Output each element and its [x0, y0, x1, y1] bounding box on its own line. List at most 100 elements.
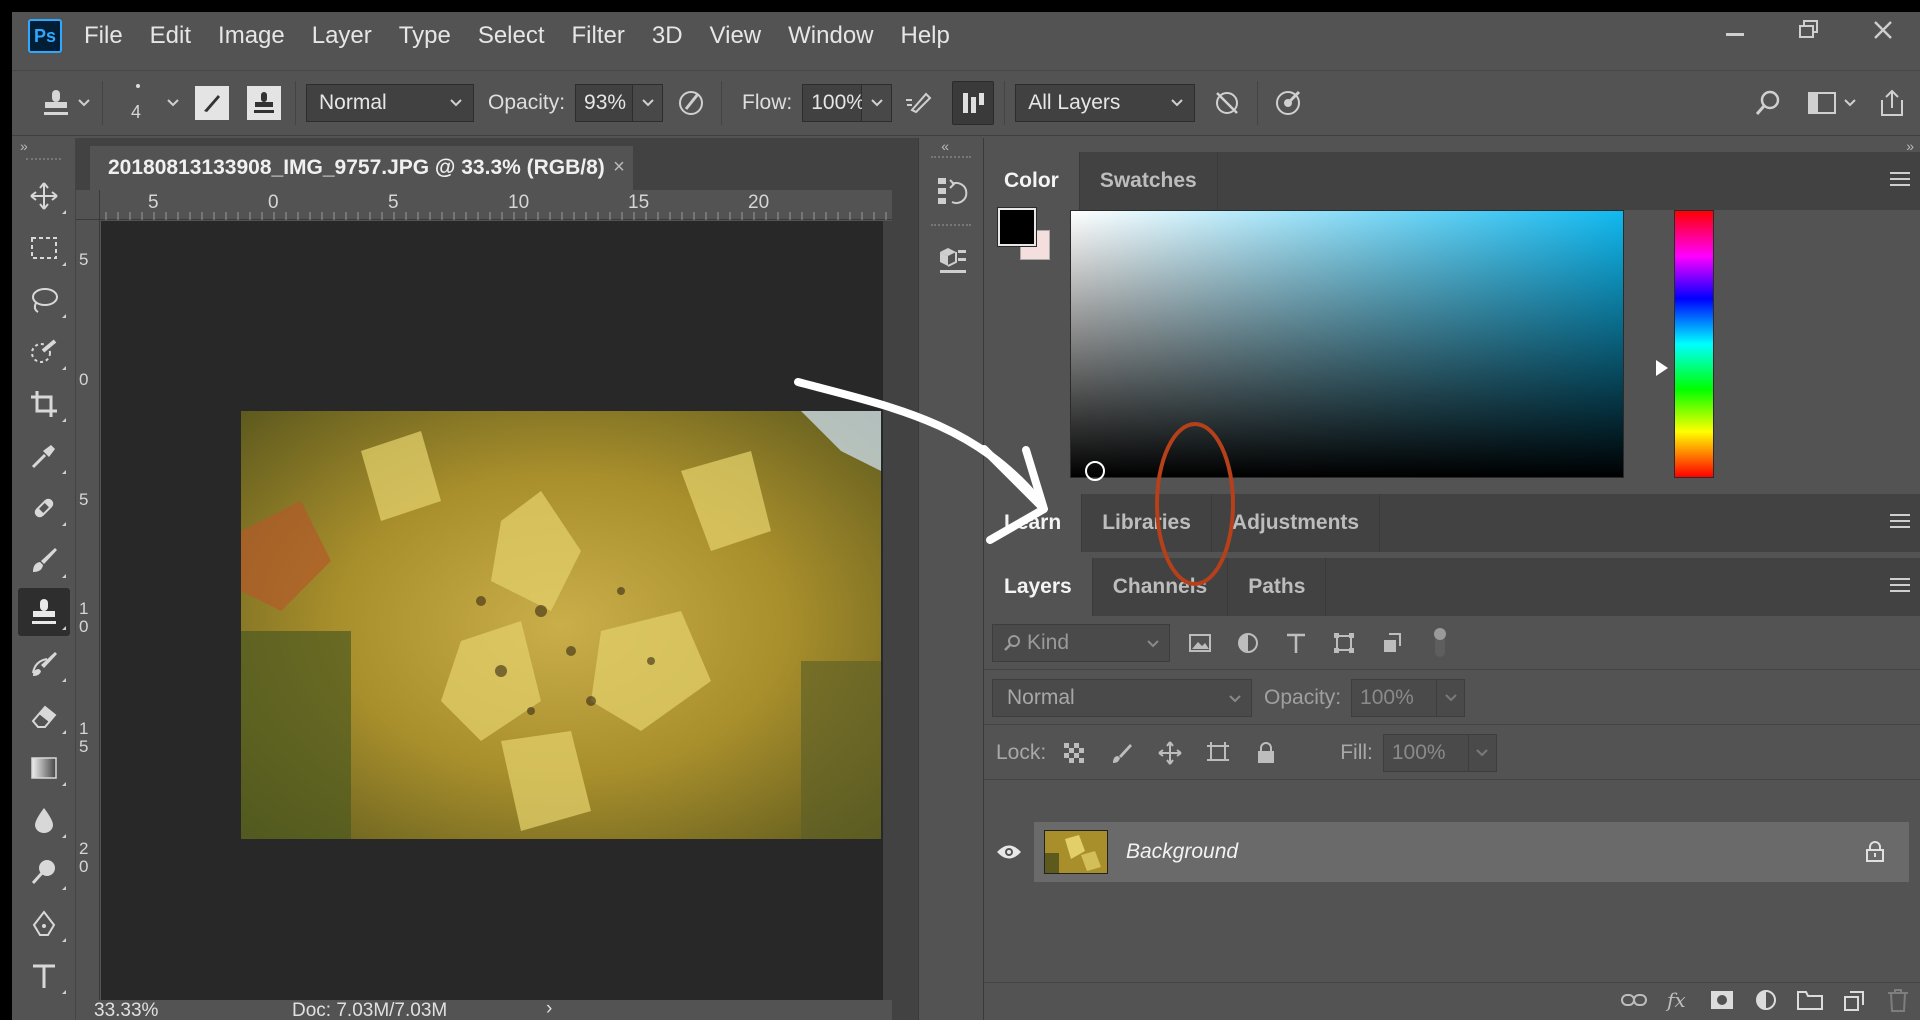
color-picker-handle[interactable] [1085, 461, 1105, 481]
opacity-dropdown[interactable] [633, 84, 664, 122]
minimize-button[interactable] [1698, 12, 1772, 48]
delete-layer-icon[interactable] [1876, 980, 1920, 1020]
vertical-scrollbar[interactable] [883, 221, 892, 1000]
new-layer-icon[interactable] [1832, 980, 1876, 1020]
panel-grip[interactable] [26, 158, 61, 164]
blur-tool[interactable] [18, 796, 70, 844]
tab-learn[interactable]: Learn [984, 494, 1083, 552]
history-brush-tool[interactable] [18, 640, 70, 688]
share-icon[interactable] [1872, 83, 1912, 123]
clone-source-panel-icon[interactable] [247, 86, 281, 120]
panel-grip[interactable] [931, 224, 971, 230]
filter-pixel-icon[interactable] [1182, 625, 1218, 661]
tab-libraries[interactable]: Libraries [1082, 494, 1212, 552]
panel-grip[interactable] [931, 156, 971, 162]
aligned-toggle-icon[interactable] [952, 81, 995, 125]
lock-position-icon[interactable] [1152, 735, 1188, 771]
ignore-adjustment-layers-icon[interactable] [1207, 83, 1247, 123]
menu-image[interactable]: Image [218, 22, 285, 50]
menu-help[interactable]: Help [901, 22, 950, 50]
brush-size-picker[interactable]: 4 [121, 78, 157, 128]
brush-settings-icon[interactable] [195, 86, 229, 120]
search-icon[interactable] [1748, 83, 1788, 123]
fill-input[interactable]: 100% [1382, 733, 1469, 772]
lock-transparent-pixels-icon[interactable] [1056, 735, 1092, 771]
layer-opacity-input[interactable]: 100% [1351, 678, 1438, 717]
menu-3d[interactable]: 3D [652, 22, 683, 50]
document-tab[interactable]: 20180813133908_IMG_9757.JPG @ 33.3% (RGB… [90, 146, 633, 190]
tab-color[interactable]: Color [984, 152, 1080, 210]
hue-slider-handle-icon[interactable] [1656, 360, 1668, 376]
flow-dropdown[interactable] [862, 84, 893, 122]
clone-stamp-preset-icon[interactable] [36, 83, 76, 123]
filter-kind-dropdown[interactable]: Kind [992, 623, 1170, 662]
layer-opacity-dropdown[interactable] [1437, 678, 1466, 717]
sample-dropdown[interactable]: All Layers [1015, 84, 1196, 122]
filter-smart-object-icon[interactable] [1374, 625, 1410, 661]
flow-input[interactable]: 100% [802, 84, 865, 122]
ruler-origin[interactable] [76, 190, 100, 220]
restore-button[interactable] [1772, 12, 1846, 48]
filter-adjustment-icon[interactable] [1230, 625, 1266, 661]
ruler-vertical[interactable]: 5 0 5 1 0 1 5 2 0 [76, 220, 100, 1000]
dodge-tool[interactable] [18, 848, 70, 896]
lasso-tool[interactable] [18, 276, 70, 324]
expand-toolbar-icon[interactable]: » [12, 138, 75, 158]
menu-edit[interactable]: Edit [150, 22, 191, 50]
tab-swatches[interactable]: Swatches [1080, 152, 1218, 210]
lock-all-icon[interactable] [1248, 735, 1284, 771]
status-menu-icon[interactable]: › [546, 998, 552, 1020]
menu-file[interactable]: File [84, 22, 123, 50]
layers-panel-menu-icon[interactable] [1890, 578, 1910, 596]
pen-tool[interactable] [18, 900, 70, 948]
menu-filter[interactable]: Filter [572, 22, 625, 50]
menu-window[interactable]: Window [788, 22, 873, 50]
link-layers-icon[interactable] [1612, 980, 1656, 1020]
blend-mode-dropdown[interactable]: Normal [992, 678, 1252, 717]
chevron-down-icon[interactable] [1842, 95, 1858, 111]
fill-dropdown[interactable] [1468, 733, 1497, 772]
lock-artboard-icon[interactable] [1200, 735, 1236, 771]
chevron-down-icon[interactable] [76, 95, 92, 111]
hue-slider[interactable] [1674, 210, 1714, 478]
menu-layer[interactable]: Layer [312, 22, 372, 50]
brush-tool[interactable] [18, 536, 70, 584]
menu-view[interactable]: View [710, 22, 762, 50]
eraser-tool[interactable] [18, 692, 70, 740]
menu-type[interactable]: Type [399, 22, 451, 50]
filter-shape-icon[interactable] [1326, 625, 1362, 661]
layer-style-icon[interactable]: fx [1656, 980, 1700, 1020]
3d-panel-button[interactable] [924, 234, 980, 288]
tab-layers[interactable]: Layers [984, 558, 1093, 616]
chevron-down-icon[interactable] [165, 95, 181, 111]
move-tool[interactable] [18, 172, 70, 220]
add-mask-icon[interactable] [1700, 980, 1744, 1020]
gradient-tool[interactable] [18, 744, 70, 792]
type-tool[interactable] [18, 952, 70, 1000]
zoom-level[interactable]: 33.33% [94, 1000, 158, 1020]
new-group-icon[interactable] [1788, 980, 1832, 1020]
filter-type-icon[interactable] [1278, 625, 1314, 661]
opacity-input[interactable]: 93% [575, 84, 634, 122]
layer-name[interactable]: Background [1126, 840, 1238, 864]
workspace-icon[interactable] [1802, 83, 1842, 123]
close-tab-icon[interactable]: × [613, 156, 625, 179]
pressure-size-icon[interactable] [1268, 83, 1308, 123]
lock-image-pixels-icon[interactable] [1104, 735, 1140, 771]
ruler-horizontal[interactable]: 5 0 5 10 15 20 25 30 [100, 190, 892, 220]
mode-dropdown[interactable]: Normal [306, 84, 474, 122]
foreground-color-swatch[interactable] [997, 207, 1037, 247]
filter-toggle-icon[interactable] [1422, 625, 1458, 661]
layer-row[interactable]: Background [984, 822, 1909, 882]
pressure-opacity-icon[interactable] [671, 83, 711, 123]
collapse-dock-icon[interactable]: « [893, 138, 953, 156]
learn-panel-menu-icon[interactable] [1890, 514, 1910, 532]
healing-brush-tool[interactable] [18, 484, 70, 532]
airbrush-icon[interactable] [900, 83, 940, 123]
new-adjustment-layer-icon[interactable] [1744, 980, 1788, 1020]
marquee-tool[interactable] [18, 224, 70, 272]
color-field[interactable] [1070, 210, 1624, 481]
tab-paths[interactable]: Paths [1228, 558, 1327, 616]
document-image[interactable] [241, 411, 881, 839]
visibility-toggle[interactable] [984, 822, 1034, 882]
